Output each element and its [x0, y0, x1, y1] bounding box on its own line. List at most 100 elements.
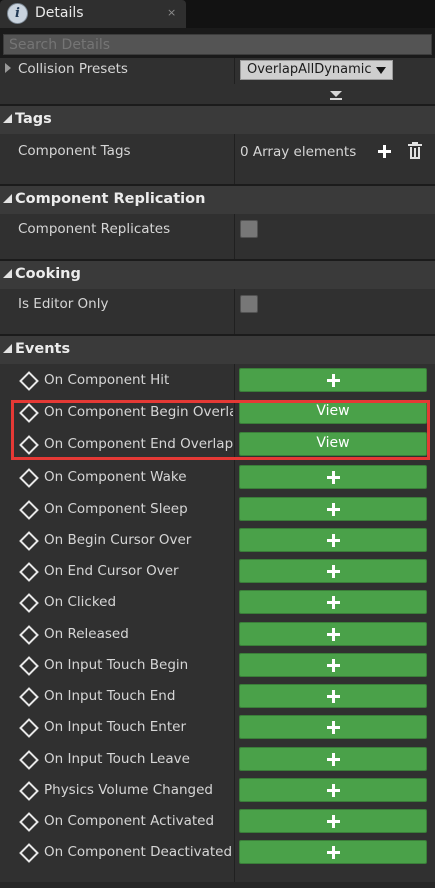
event-diamond-icon — [19, 843, 39, 863]
column-divider — [234, 364, 235, 882]
details-tab[interactable]: i Details × — [0, 0, 186, 28]
add-event-button[interactable] — [239, 528, 427, 552]
search-input[interactable] — [3, 34, 432, 55]
add-event-button[interactable] — [239, 840, 427, 864]
event-label: On Component End Overlap — [44, 436, 233, 452]
event-label: On Component Begin Overlap — [44, 404, 233, 420]
component-replicates-checkbox[interactable] — [240, 220, 258, 238]
event-label: On Clicked — [44, 594, 117, 610]
collision-preset-dropdown[interactable]: OverlapAllDynamic — [240, 60, 393, 80]
add-event-button[interactable] — [239, 747, 427, 771]
bottom-bar — [0, 882, 435, 888]
plus-icon — [327, 784, 340, 797]
event-diamond-icon — [19, 593, 39, 613]
event-label: On Begin Cursor Over — [44, 532, 192, 548]
event-diamond-icon — [19, 435, 39, 455]
plus-icon — [327, 471, 340, 484]
add-event-button[interactable] — [239, 559, 427, 583]
column-divider — [234, 214, 235, 259]
event-label: On Input Touch Leave — [44, 751, 190, 767]
plus-icon — [327, 721, 340, 734]
add-event-button[interactable] — [239, 809, 427, 833]
close-icon[interactable]: × — [167, 6, 176, 19]
plus-icon — [327, 374, 340, 387]
collapse-arrow-icon — [3, 344, 12, 353]
event-diamond-icon — [19, 403, 39, 423]
plus-icon — [327, 815, 340, 828]
plus-icon — [327, 690, 340, 703]
tab-title: Details — [35, 5, 84, 21]
section-title-tags: Tags — [15, 111, 52, 127]
plus-icon — [327, 503, 340, 516]
component-replicates-label: Component Replicates — [18, 221, 171, 237]
plus-icon — [327, 846, 340, 859]
section-header-component-replication[interactable]: Component Replication — [0, 186, 435, 214]
collision-preset-value: OverlapAllDynamic — [247, 62, 372, 77]
tags-panel — [0, 134, 435, 184]
collapse-arrow-icon — [3, 194, 12, 203]
event-diamond-icon — [19, 750, 39, 770]
event-label: On End Cursor Over — [44, 563, 179, 579]
add-event-button[interactable] — [239, 590, 427, 614]
event-label: On Input Touch Enter — [44, 719, 186, 735]
collapse-arrow-icon — [3, 114, 12, 123]
event-diamond-icon — [19, 562, 39, 582]
add-event-button[interactable] — [239, 653, 427, 677]
plus-icon — [327, 628, 340, 641]
section-header-cooking[interactable]: Cooking — [0, 261, 435, 289]
add-event-button[interactable] — [239, 715, 427, 739]
info-icon: i — [7, 3, 28, 24]
view-event-button[interactable]: View — [239, 432, 427, 456]
array-elements-value: 0 Array elements — [240, 144, 357, 160]
add-event-button[interactable] — [239, 684, 427, 708]
column-divider — [234, 289, 235, 334]
plus-icon — [327, 659, 340, 672]
event-diamond-icon — [19, 531, 39, 551]
event-label: On Component Sleep — [44, 501, 188, 517]
view-button-label: View — [316, 403, 350, 419]
event-label: On Component Deactivated — [44, 844, 233, 860]
column-divider — [234, 58, 235, 84]
advanced-expand-line — [330, 98, 342, 100]
view-event-button[interactable]: View — [239, 400, 427, 424]
event-diamond-icon — [19, 625, 39, 645]
add-event-button[interactable] — [239, 622, 427, 646]
section-header-tags[interactable]: Tags — [0, 106, 435, 134]
add-event-button[interactable] — [239, 778, 427, 802]
event-diamond-icon — [19, 718, 39, 738]
is-editor-only-label: Is Editor Only — [18, 296, 109, 312]
plus-icon — [327, 565, 340, 578]
add-event-button[interactable] — [239, 497, 427, 521]
event-diamond-icon — [19, 781, 39, 801]
is-editor-only-checkbox[interactable] — [240, 295, 258, 313]
section-title-component-replication: Component Replication — [15, 191, 206, 207]
event-diamond-icon — [19, 812, 39, 832]
component-tags-label: Component Tags — [18, 143, 131, 159]
expand-arrow-icon[interactable] — [5, 63, 11, 73]
section-header-events[interactable]: Events — [0, 336, 435, 364]
view-button-label: View — [316, 435, 350, 451]
event-diamond-icon — [19, 371, 39, 391]
plus-icon — [327, 534, 340, 547]
section-title-events: Events — [15, 341, 71, 357]
plus-icon — [327, 596, 340, 609]
event-label: On Input Touch Begin — [44, 657, 189, 673]
add-event-button[interactable] — [239, 368, 427, 392]
event-label: On Component Wake — [44, 469, 187, 485]
chevron-down-icon — [376, 67, 386, 74]
event-label: On Input Touch End — [44, 688, 176, 704]
add-event-button[interactable] — [239, 465, 427, 489]
event-diamond-icon — [19, 656, 39, 676]
event-label: On Component Activated — [44, 813, 215, 829]
event-diamond-icon — [19, 687, 39, 707]
section-title-cooking: Cooking — [15, 266, 81, 282]
event-label: On Component Hit — [44, 372, 170, 388]
plus-icon — [327, 753, 340, 766]
advanced-expand-icon[interactable] — [330, 91, 342, 97]
trash-icon[interactable] — [408, 142, 422, 159]
event-diamond-icon — [19, 468, 39, 488]
column-divider — [234, 134, 235, 184]
collapse-arrow-icon — [3, 269, 12, 278]
add-element-icon[interactable] — [378, 145, 391, 158]
event-diamond-icon — [19, 500, 39, 520]
